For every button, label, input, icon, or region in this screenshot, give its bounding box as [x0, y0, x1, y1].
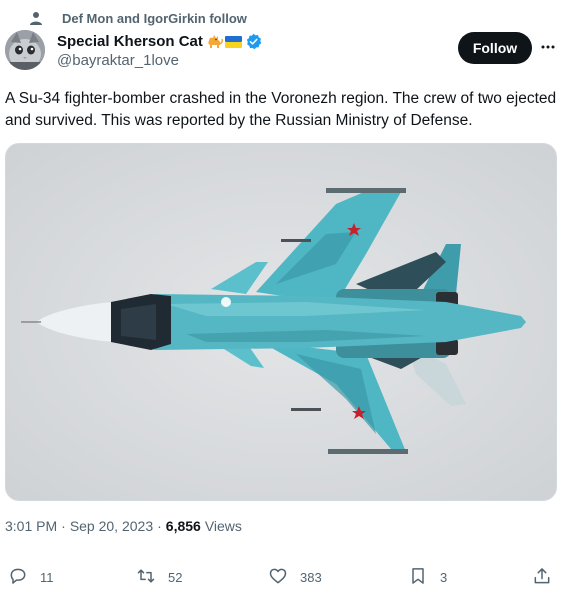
like-button[interactable]: 383 — [268, 565, 322, 589]
retweet-count: 52 — [168, 569, 183, 585]
bookmark-count: 3 — [440, 569, 448, 585]
tweet-time[interactable]: 3:01 PM — [5, 518, 57, 534]
retweet-icon — [136, 566, 156, 589]
tweet-media-image[interactable] — [5, 143, 557, 501]
more-icon[interactable] — [540, 39, 556, 55]
person-icon — [28, 10, 44, 26]
reply-count: 11 — [40, 569, 54, 585]
author-handle[interactable]: @bayraktar_1love — [57, 52, 262, 69]
tweet-text: A Su-34 fighter-bomber crashed in the Vo… — [5, 90, 557, 129]
reply-icon — [8, 566, 28, 589]
tweet-meta: 3:01 PM · Sep 20, 2023 · 6,856 Views — [5, 518, 242, 534]
ukraine-flag-icon — [224, 35, 242, 48]
tweet-actions: 11 52 383 3 — [0, 565, 565, 589]
cat-emoji-icon — [207, 33, 223, 49]
tweet-date[interactable]: Sep 20, 2023 — [70, 518, 153, 534]
views-label: Views — [204, 518, 242, 534]
social-context-text: Def Mon and IgorGirkin follow — [62, 10, 247, 26]
follow-button[interactable]: Follow — [458, 32, 532, 64]
share-icon — [532, 566, 552, 589]
social-context[interactable]: Def Mon and IgorGirkin follow — [28, 9, 247, 27]
author: Special Kherson Cat @bayraktar_1love — [57, 32, 262, 69]
like-icon — [268, 566, 288, 589]
retweet-button[interactable]: 52 — [136, 565, 182, 589]
share-button[interactable] — [532, 565, 552, 589]
avatar[interactable] — [5, 30, 45, 70]
bookmark-icon — [408, 566, 428, 589]
bookmark-button[interactable]: 3 — [408, 565, 447, 589]
author-display-name[interactable]: Special Kherson Cat — [57, 33, 203, 50]
meta-separator: · — [157, 518, 162, 534]
views-count: 6,856 — [165, 518, 201, 534]
reply-button[interactable]: 11 — [8, 565, 54, 589]
verified-badge-icon[interactable] — [245, 33, 262, 50]
meta-separator: · — [61, 518, 66, 534]
like-count: 383 — [300, 569, 322, 585]
